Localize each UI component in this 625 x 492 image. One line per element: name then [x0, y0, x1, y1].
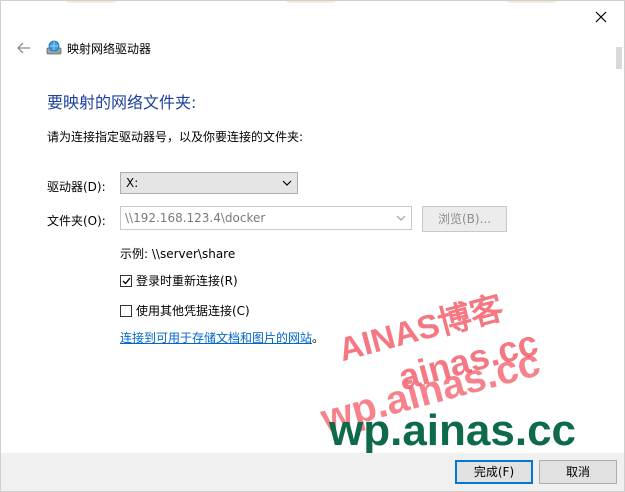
- browse-button[interactable]: 浏览(B)...: [422, 206, 507, 232]
- chevron-down-icon[interactable]: [394, 207, 408, 229]
- drive-select[interactable]: X:: [120, 172, 298, 194]
- reconnect-label: 登录时重新连接(R): [136, 274, 238, 288]
- window-title: 映射网络驱动器: [67, 42, 152, 56]
- folder-value: \\192.168.123.4\docker: [125, 211, 266, 225]
- scrollbar[interactable]: [616, 47, 622, 69]
- reconnect-option[interactable]: 登录时重新连接(R): [120, 272, 238, 289]
- finish-button[interactable]: 完成(F): [455, 460, 533, 484]
- decoration: [281, 1, 341, 3]
- decoration: [61, 1, 121, 3]
- other-credentials-label: 使用其他凭据连接(C): [136, 304, 250, 318]
- close-icon: [595, 11, 607, 23]
- watermark-site-green: wp.ainas.cc: [329, 406, 577, 455]
- drive-select-value: X:: [126, 176, 139, 190]
- back-arrow-icon: [17, 42, 30, 54]
- link-period: 。: [312, 331, 325, 345]
- folder-label: 文件夹(O):: [47, 214, 106, 228]
- page-heading: 要映射的网络文件夹:: [47, 93, 197, 112]
- cancel-button[interactable]: 取消: [539, 460, 617, 484]
- map-network-drive-dialog: 映射网络驱动器 要映射的网络文件夹: 请为连接指定驱动器号，以及你要连接的文件夹…: [0, 0, 625, 492]
- close-button[interactable]: [586, 5, 616, 29]
- other-credentials-checkbox[interactable]: [120, 304, 132, 317]
- example-text: 示例: \\server\share: [120, 247, 236, 261]
- drive-label: 驱动器(D):: [47, 180, 106, 194]
- connect-website-link[interactable]: 连接到可用于存储文档和图片的网站: [120, 329, 312, 346]
- other-credentials-option[interactable]: 使用其他凭据连接(C): [120, 302, 250, 319]
- chevron-down-icon: [280, 173, 294, 193]
- instruction-text: 请为连接指定驱动器号，以及你要连接的文件夹:: [47, 130, 304, 144]
- decoration: [501, 1, 561, 3]
- network-drive-icon: [46, 40, 62, 55]
- reconnect-checkbox[interactable]: [120, 274, 132, 287]
- folder-combobox[interactable]: \\192.168.123.4\docker: [120, 206, 412, 230]
- back-button[interactable]: [15, 39, 33, 57]
- checkmark-icon: [122, 277, 131, 284]
